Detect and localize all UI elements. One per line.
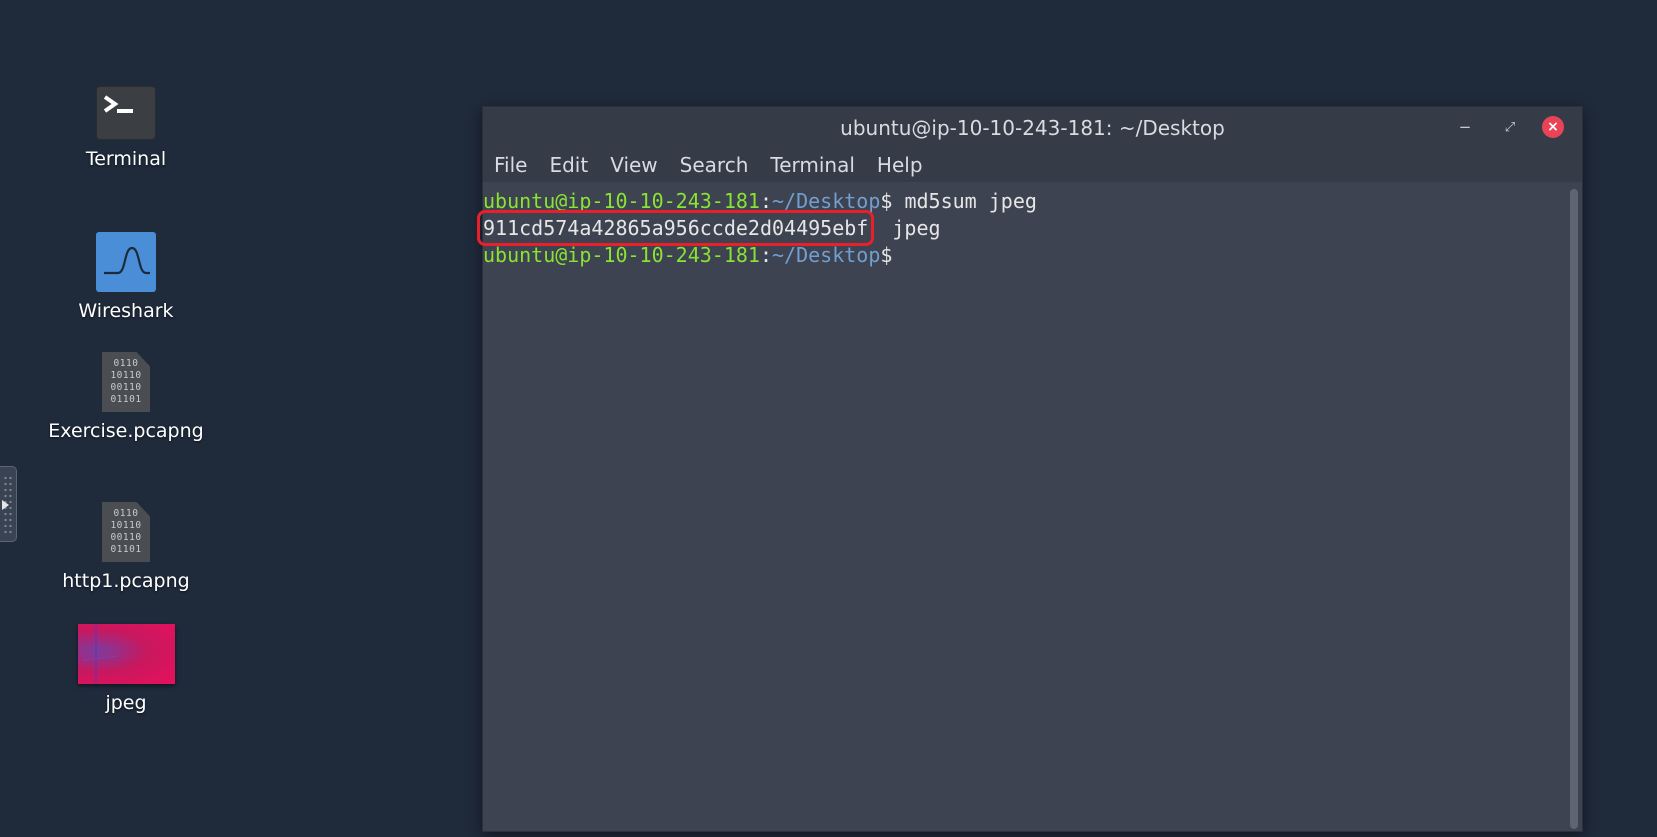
prompt-user: ubuntu@ip-10-10-243-181 <box>483 189 760 213</box>
terminal-line-prompt: ubuntu@ip-10-10-243-181:~/Desktop$ <box>483 242 1582 269</box>
terminal-scrollbar[interactable] <box>1570 189 1578 829</box>
menu-bar: File Edit View Search Terminal Help <box>483 148 1582 182</box>
desktop-icon-label: jpeg <box>105 692 147 714</box>
wireshark-icon <box>96 232 156 292</box>
window-title: ubuntu@ip-10-10-243-181: ~/Desktop <box>840 115 1225 140</box>
maximize-button[interactable]: ⤢ <box>1498 115 1522 139</box>
prompt-separator: : <box>759 189 772 213</box>
terminal-output[interactable]: ubuntu@ip-10-10-243-181:~/Desktop$ md5su… <box>476 182 1582 831</box>
desktop-icon-exercise-pcapng[interactable]: 0110 10110 00110 01101 Exercise.pcapng <box>36 352 216 442</box>
terminal-window[interactable]: ubuntu@ip-10-10-243-181: ~/Desktop − ⤢ ×… <box>476 106 1583 832</box>
prompt-path: ~/Desktop <box>772 189 881 213</box>
binary-file-icon: 0110 10110 00110 01101 <box>102 502 150 562</box>
desktop-icon-label: http1.pcapng <box>62 570 190 592</box>
close-icon: × <box>1542 116 1564 138</box>
image-thumbnail <box>77 624 175 684</box>
menu-view[interactable]: View <box>610 153 657 177</box>
prompt-path: ~/Desktop <box>772 243 881 267</box>
command-text: md5sum jpeg <box>892 189 1037 213</box>
expand-arrow-icon <box>2 500 9 510</box>
terminal-line-command: ubuntu@ip-10-10-243-181:~/Desktop$ md5su… <box>483 188 1582 215</box>
output-filename: jpeg <box>868 216 941 240</box>
prompt-separator: : <box>759 243 772 267</box>
minimize-icon: − <box>1458 118 1472 136</box>
terminal-line-output: 911cd574a42865a956ccde2d04495ebf jpeg <box>476 210 1582 246</box>
prompt-symbol: $ <box>880 243 893 267</box>
minimize-button[interactable]: − <box>1453 115 1477 139</box>
desktop-icon-wireshark[interactable]: Wireshark <box>36 232 216 322</box>
side-panel-handle[interactable] <box>0 466 17 542</box>
md5-hash-highlighted: 911cd574a42865a956ccde2d04495ebf <box>476 210 875 246</box>
menu-file[interactable]: File <box>494 153 527 177</box>
prompt-user: ubuntu@ip-10-10-243-181 <box>483 243 760 267</box>
prompt-symbol: $ <box>880 189 893 213</box>
desktop-icon-terminal[interactable]: Terminal <box>36 86 216 170</box>
desktop-icon-label: Wireshark <box>78 300 174 322</box>
desktop-icon-jpeg[interactable]: jpeg <box>36 624 216 714</box>
terminal-icon <box>96 86 156 140</box>
title-bar[interactable]: ubuntu@ip-10-10-243-181: ~/Desktop − ⤢ × <box>483 107 1582 148</box>
binary-file-icon: 0110 10110 00110 01101 <box>102 352 150 412</box>
menu-terminal[interactable]: Terminal <box>770 153 855 177</box>
desktop-icon-label: Exercise.pcapng <box>48 420 204 442</box>
close-button[interactable]: × <box>1541 115 1565 139</box>
menu-search[interactable]: Search <box>680 153 749 177</box>
maximize-icon: ⤢ <box>1504 119 1516 135</box>
menu-edit[interactable]: Edit <box>549 153 588 177</box>
desktop-icon-http1-pcapng[interactable]: 0110 10110 00110 01101 http1.pcapng <box>36 502 216 592</box>
menu-help[interactable]: Help <box>877 153 923 177</box>
desktop-icon-label: Terminal <box>85 148 167 170</box>
